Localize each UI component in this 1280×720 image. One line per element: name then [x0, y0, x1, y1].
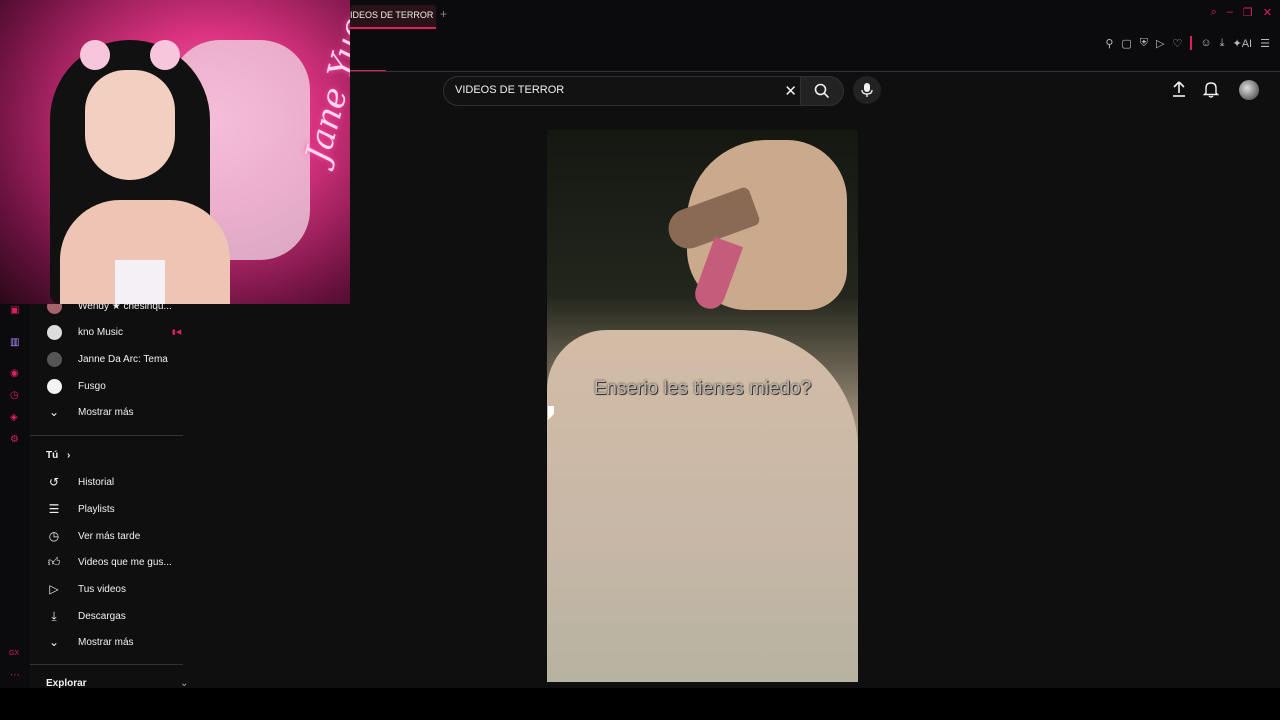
bottom-bar [0, 688, 1280, 720]
sidebar-item-history[interactable]: ↺ Historial [46, 471, 196, 493]
user-avatar[interactable] [1239, 80, 1259, 100]
sidebar-item-playlists[interactable]: ☰ Playlists [46, 498, 196, 520]
rail-settings-icon[interactable]: ⚙ [10, 434, 19, 445]
headphone-ear-right [150, 40, 180, 70]
sidebar-item-label: Playlists [78, 503, 115, 515]
you-section-title: Tú [46, 450, 59, 461]
upload-icon[interactable] [1171, 80, 1187, 98]
sidebar-item-label: Descargas [78, 610, 126, 622]
voice-search-button[interactable] [853, 76, 881, 104]
subscription-item[interactable]: Janne Da Arc: Tema [46, 348, 196, 370]
show-more-label: Mostrar más [78, 636, 134, 648]
pin-icon[interactable]: ⚲ [1105, 37, 1113, 50]
menu-icon[interactable]: ☰ [1260, 37, 1270, 50]
liked-videos-icon: 👍︎ [47, 554, 61, 569]
channel-avatar [46, 351, 62, 367]
streamer-face [85, 70, 175, 180]
rail-chat-icon[interactable]: ◈ [10, 412, 18, 423]
show-more-you[interactable]: ⌄ Mostrar más [46, 631, 196, 653]
sidebar-divider [30, 435, 183, 436]
twitch-icon[interactable]: ▥ [10, 337, 19, 348]
subscription-label: kno Music [78, 326, 124, 338]
chevron-down-icon: ⌄ [48, 635, 60, 649]
subscription-item[interactable]: kno Music ▮◀ [46, 321, 196, 343]
left-rail: ▣ ▥ ◉ ◷ ◈ ⚙ GX ⋯ [0, 300, 30, 688]
sidebar-item-label: Videos que me gus... [78, 556, 172, 568]
watch-later-icon: ◷ [48, 529, 60, 543]
shield-icon[interactable]: ⛨ [1140, 37, 1148, 50]
search-button[interactable] [800, 76, 844, 106]
show-more-subscriptions[interactable]: ⌄ Mostrar más [46, 401, 196, 423]
playlists-icon: ☰ [48, 502, 60, 516]
sidebar-item-label: Historial [78, 476, 115, 488]
extension-icons: ⚲ ▢ ⛨ ▷ ♡ ☺ ⤓ ✦AI ☰ [1105, 36, 1270, 50]
ai-label: AI [1241, 37, 1253, 50]
channel-avatar [46, 324, 62, 340]
chevron-right-icon: › [67, 450, 71, 461]
streamer-top [115, 260, 165, 304]
rail-gx-icon[interactable]: GX [9, 650, 19, 657]
live-indicator-icon: ▮◀ [172, 329, 182, 336]
search-tabs-icon[interactable]: ⌕ [1211, 6, 1217, 19]
sidebar-item-your-videos[interactable]: ▷ Tus videos [46, 578, 196, 600]
sidebar-item-label: Tus videos [78, 583, 126, 595]
rail-app-icon[interactable]: ▣ [10, 305, 19, 316]
play-icon[interactable]: ▷ [1156, 37, 1164, 50]
sidebar-item-label: Ver más tarde [78, 530, 141, 542]
heart-icon[interactable]: ♡ [1173, 37, 1183, 50]
account-icon[interactable]: ☺ [1200, 37, 1211, 49]
video-caption: Enserio les tienes miedo? [593, 378, 812, 399]
chevron-down-icon: ⌄ [48, 405, 60, 419]
new-tab-button[interactable]: + [440, 7, 447, 21]
window-controls: ⌕ – ❐ ✕ [1211, 6, 1272, 19]
you-section-header[interactable]: Tú › [46, 450, 70, 461]
rail-play-icon[interactable]: ◉ [10, 368, 19, 379]
header-divider [350, 71, 1280, 72]
sidebar-divider [30, 664, 183, 665]
subscription-item[interactable]: Fusgo [46, 375, 196, 397]
subscription-label: Fusgo [78, 380, 106, 392]
screenshot-icon[interactable]: ▢ [1121, 37, 1131, 50]
video-player[interactable]: Enserio les tienes miedo? [547, 130, 858, 682]
rail-clock-icon[interactable]: ◷ [10, 390, 19, 401]
mouse-cursor-icon [548, 406, 554, 420]
subscription-label: Janne Da Arc: Tema [78, 353, 168, 365]
your-videos-icon: ▷ [49, 582, 59, 596]
browser-tab[interactable]: IDEOS DE TERROR - [350, 5, 436, 29]
search-icon [814, 83, 830, 99]
history-icon: ↺ [48, 475, 60, 489]
minimize-icon[interactable]: – [1227, 6, 1233, 19]
rail-more-icon[interactable]: ⋯ [10, 670, 20, 681]
notifications-icon[interactable] [1203, 80, 1219, 98]
microphone-icon [861, 83, 873, 97]
headphone-ear-left [80, 40, 110, 70]
ai-button[interactable]: ✦AI [1233, 37, 1253, 50]
search-box[interactable]: VIDEOS DE TERROR ✕ [443, 76, 801, 106]
sidebar-item-liked-videos[interactable]: 👍︎ Videos que me gus... [46, 551, 196, 573]
maximize-icon[interactable]: ❐ [1243, 6, 1253, 19]
webcam-overlay: Jane Yue [0, 0, 350, 304]
toolbar-separator [1190, 36, 1193, 50]
clear-search-icon[interactable]: ✕ [784, 82, 797, 100]
download-icon[interactable]: ⤓ [1220, 37, 1225, 50]
show-more-label: Mostrar más [78, 406, 134, 418]
sidebar-item-watch-later[interactable]: ◷ Ver más tarde [46, 525, 196, 547]
sidebar-item-downloads[interactable]: ⤓ Descargas [46, 605, 196, 627]
channel-avatar [46, 378, 62, 394]
sidebar: Wendy ★ chesinqu... kno Music ▮◀ Janne D… [30, 298, 190, 689]
search-input[interactable]: VIDEOS DE TERROR [455, 84, 564, 96]
downloads-icon: ⤓ [51, 608, 57, 623]
close-icon[interactable]: ✕ [1263, 6, 1272, 19]
browser-tab-title: IDEOS DE TERROR - [350, 10, 436, 20]
